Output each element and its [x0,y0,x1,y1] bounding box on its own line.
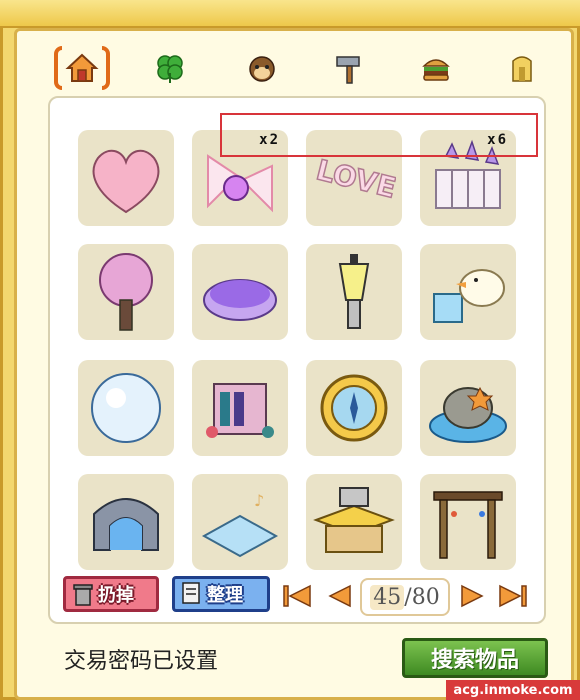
item-slot[interactable]: ♪ [192,474,288,570]
wooden-arch-icon [433,491,503,559]
house-icon [65,53,99,82]
street-lamp-icon [338,254,370,329]
building-icon [512,56,532,82]
heart-tree-icon [92,149,160,214]
item-slot[interactable] [78,474,174,570]
yellow-stall-icon [313,487,395,553]
flower-bookshelf-icon [206,383,274,438]
item-slot[interactable] [306,474,402,570]
tab-food[interactable] [408,40,464,96]
clover-icon [157,55,183,83]
discard-button[interactable]: 扔掉 [63,576,159,612]
trash-icon [73,584,93,606]
total-pages: /80 [404,584,440,610]
stone-pool-icon [93,498,159,551]
first-page-icon[interactable] [282,582,314,610]
golden-compass-icon [320,374,388,442]
item-slot[interactable] [420,474,516,570]
rock-pond-icon [429,386,507,443]
music-floor-mat-icon: ♪ [201,491,279,558]
highlight-box [220,113,538,157]
burger-icon [422,59,450,81]
prev-page-icon[interactable] [324,582,356,610]
sort-icon [182,582,200,604]
watermark: acg.inmoke.com [446,680,580,700]
svg-text:♪: ♪ [254,491,264,510]
item-slot[interactable] [192,360,288,456]
category-tabs [44,40,534,100]
sort-button[interactable]: 整理 [172,576,270,612]
item-slot[interactable] [78,244,174,340]
discard-label: 扔掉 [98,585,134,606]
item-slot[interactable] [78,130,174,226]
sort-label: 整理 [207,585,243,606]
tab-pets[interactable] [234,40,290,96]
duck-box-icon [433,269,505,323]
purple-cushion-icon [203,279,277,321]
item-slot[interactable] [420,244,516,340]
tab-buildings[interactable] [494,40,550,96]
current-page: 45 [370,584,405,610]
title-bar [0,0,580,28]
item-slot[interactable] [192,244,288,340]
search-items-button[interactable]: 搜索物品 [402,638,548,678]
item-slot[interactable] [420,360,516,456]
sakura-tree-icon [99,253,153,331]
tab-tools[interactable] [322,40,378,96]
item-slot[interactable] [306,360,402,456]
hammer-icon [336,56,360,84]
pet-face-icon [249,56,275,82]
page-indicator: 45 /80 [360,578,450,616]
tab-house[interactable] [54,40,110,96]
snow-globe-icon [91,373,161,443]
next-page-icon[interactable] [456,582,488,610]
item-slot[interactable] [306,244,402,340]
tab-plants[interactable] [142,40,198,96]
item-slot[interactable] [78,360,174,456]
trade-password-status: 交易密码已设置 [64,649,219,674]
svg-text:LOVE: LOVE [313,153,396,205]
last-page-icon[interactable] [496,582,528,610]
